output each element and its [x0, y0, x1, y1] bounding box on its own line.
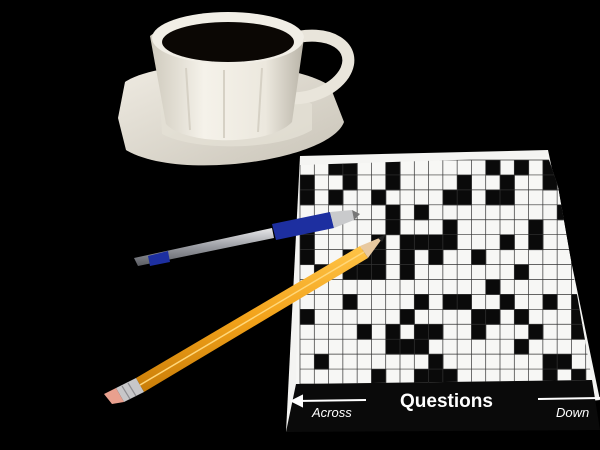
grid-black-square — [357, 324, 372, 340]
grid-black-square — [514, 339, 530, 355]
grid-black-square — [457, 294, 472, 310]
grid-black-square — [342, 174, 358, 191]
grid-black-square — [357, 264, 372, 280]
grid-black-square — [471, 324, 487, 340]
grid-black-square — [400, 249, 415, 266]
grid-black-square — [314, 354, 330, 370]
questions-title: Questions — [400, 391, 493, 412]
grid-black-square — [428, 234, 444, 251]
grid-black-square — [528, 234, 544, 251]
grid-black-square — [585, 309, 592, 325]
grid-black-square — [485, 309, 501, 325]
grid-black-square — [557, 354, 572, 370]
across-label: Across — [312, 405, 352, 420]
grid-black-square — [457, 174, 472, 191]
grid-black-square — [528, 324, 544, 340]
grid-black-square — [442, 234, 458, 251]
grid-black-square — [414, 294, 430, 310]
grid-black-square — [557, 204, 572, 221]
grid-black-square — [542, 354, 558, 370]
grid-black-square — [385, 204, 401, 221]
grid-black-square — [300, 249, 315, 266]
grid-black-square — [300, 189, 315, 206]
grid-black-square — [471, 309, 487, 325]
grid-black-square — [500, 189, 515, 206]
grid-black-square — [428, 249, 444, 266]
grid-black-square — [514, 264, 530, 280]
grid-black-square — [371, 249, 387, 266]
grid-black-square — [442, 219, 458, 236]
grid-black-square — [485, 160, 501, 176]
grid-black-square — [385, 219, 401, 236]
grid-black-square — [385, 339, 401, 355]
grid-black-square — [542, 294, 558, 310]
grid-black-square — [585, 160, 592, 176]
grid-black-square — [428, 354, 444, 370]
coffee — [162, 22, 294, 62]
grid-black-square — [500, 174, 515, 191]
grid-black-square — [585, 219, 592, 236]
grid-black-square — [414, 234, 430, 251]
grid-black-square — [371, 369, 387, 384]
grid-black-square — [400, 339, 415, 355]
grid-black-square — [414, 204, 430, 221]
grid-black-square — [542, 174, 558, 191]
grid-black-square — [414, 369, 430, 384]
grid-black-square — [414, 339, 430, 355]
grid-black-square — [485, 189, 501, 206]
grid-black-square — [500, 234, 515, 251]
grid-black-square — [414, 324, 430, 340]
grid-black-square — [471, 249, 487, 266]
grid-black-square — [500, 294, 515, 310]
grid-black-square — [514, 309, 530, 325]
grid-black-square — [300, 234, 315, 251]
grid-black-square — [571, 234, 587, 251]
grid-black-square — [300, 174, 315, 191]
down-arrow-line — [537, 397, 600, 400]
photo-scene: Across Questions Down — [0, 0, 600, 450]
grid-black-square — [328, 189, 344, 206]
grid-black-square — [485, 279, 501, 295]
grid-black-square — [385, 174, 401, 191]
coffee-cup — [150, 12, 304, 141]
crossword-booklet — [286, 150, 600, 432]
grid-black-square — [300, 309, 315, 325]
grid-black-square — [571, 309, 587, 325]
across-arrow-line — [295, 399, 367, 402]
grid-black-square — [400, 309, 415, 325]
grid-black-square — [514, 160, 530, 176]
grid-black-square — [428, 324, 444, 340]
scene-drawing — [104, 12, 600, 432]
grid-black-square — [528, 219, 544, 236]
grid-black-square — [400, 264, 415, 280]
grid-black-square — [371, 264, 387, 280]
grid-black-square — [442, 294, 458, 310]
grid-black-square — [371, 189, 387, 206]
grid-black-square — [457, 189, 472, 206]
grid-black-square — [342, 294, 358, 310]
grid-black-square — [385, 324, 401, 340]
grid-black-square — [385, 160, 401, 176]
grid-black-square — [442, 189, 458, 206]
grid-black-square — [400, 234, 415, 251]
down-label: Down — [556, 405, 590, 420]
